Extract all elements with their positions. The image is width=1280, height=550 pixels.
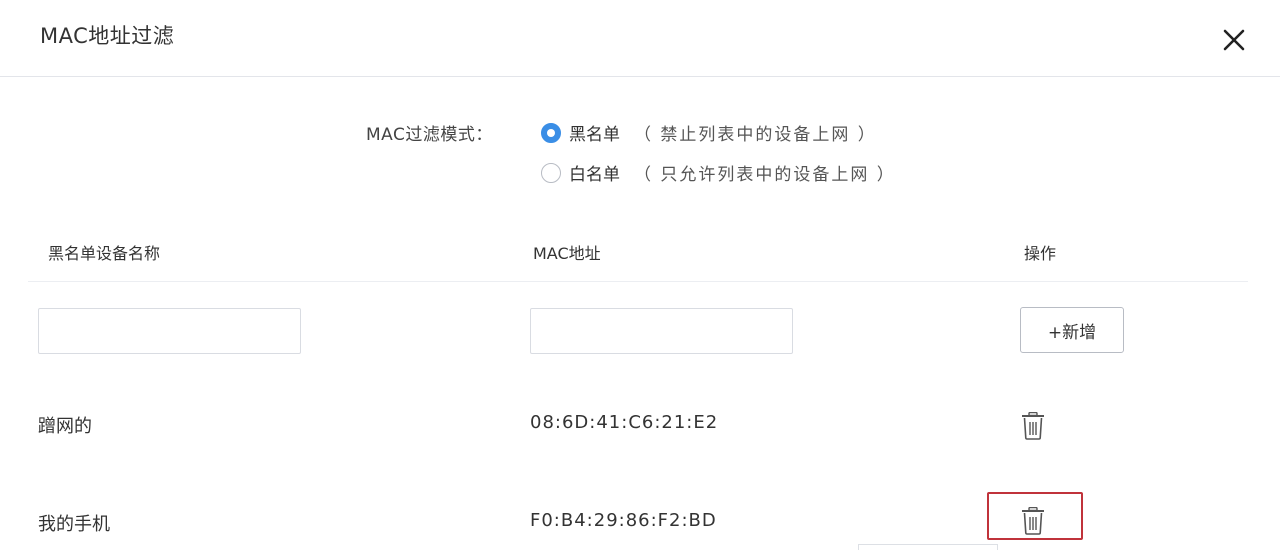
trash-icon — [1022, 412, 1044, 440]
header-action: 操作 — [1024, 244, 1057, 263]
table-header: 黑名单设备名称 MAC地址 操作 — [28, 226, 1248, 282]
row-mac-address: 08:6D:41:C6:21:E2 — [530, 412, 719, 433]
radio-checked-icon[interactable] — [541, 122, 561, 143]
delete-highlight-box — [987, 492, 1083, 540]
dialog-title: MAC地址过滤 — [40, 24, 175, 48]
device-name-input[interactable] — [38, 308, 301, 354]
header-divider — [0, 76, 1280, 77]
row-device-name: 我的手机 — [38, 514, 110, 535]
radio-whitelist-label: 白名单 — [569, 165, 620, 185]
radio-unchecked-icon[interactable] — [541, 162, 561, 183]
delete-button[interactable] — [1018, 408, 1048, 444]
close-button[interactable] — [1214, 20, 1254, 60]
add-button[interactable]: +新增 — [1020, 307, 1124, 353]
radio-blacklist[interactable]: 黑名单 （ 禁止列表中的设备上网 ） — [541, 120, 877, 145]
row-device-name: 蹭网的 — [38, 416, 92, 437]
radio-whitelist-description: （ 只允许列表中的设备上网 ） — [634, 165, 896, 185]
header-mac-address: MAC地址 — [533, 244, 601, 263]
row-mac-address: F0:B4:29:86:F2:BD — [530, 510, 717, 531]
header-device-name: 黑名单设备名称 — [48, 244, 161, 263]
table-row: 我的手机 F0:B4:29:86:F2:BD — [0, 498, 1280, 548]
close-icon — [1223, 29, 1245, 51]
radio-blacklist-label: 黑名单 — [569, 125, 620, 145]
bottom-control-fragment — [858, 544, 998, 550]
radio-blacklist-description: （ 禁止列表中的设备上网 ） — [634, 125, 877, 145]
mac-filter-dialog: MAC地址过滤 MAC过滤模式： 黑名单 （ 禁止列表中的设备上网 ） 白名单 … — [0, 0, 1280, 550]
radio-whitelist[interactable]: 白名单 （ 只允许列表中的设备上网 ） — [541, 160, 896, 185]
table-row: 蹭网的 08:6D:41:C6:21:E2 — [0, 400, 1280, 450]
mac-address-input[interactable] — [530, 308, 793, 354]
filter-mode-label: MAC过滤模式： — [366, 125, 493, 145]
